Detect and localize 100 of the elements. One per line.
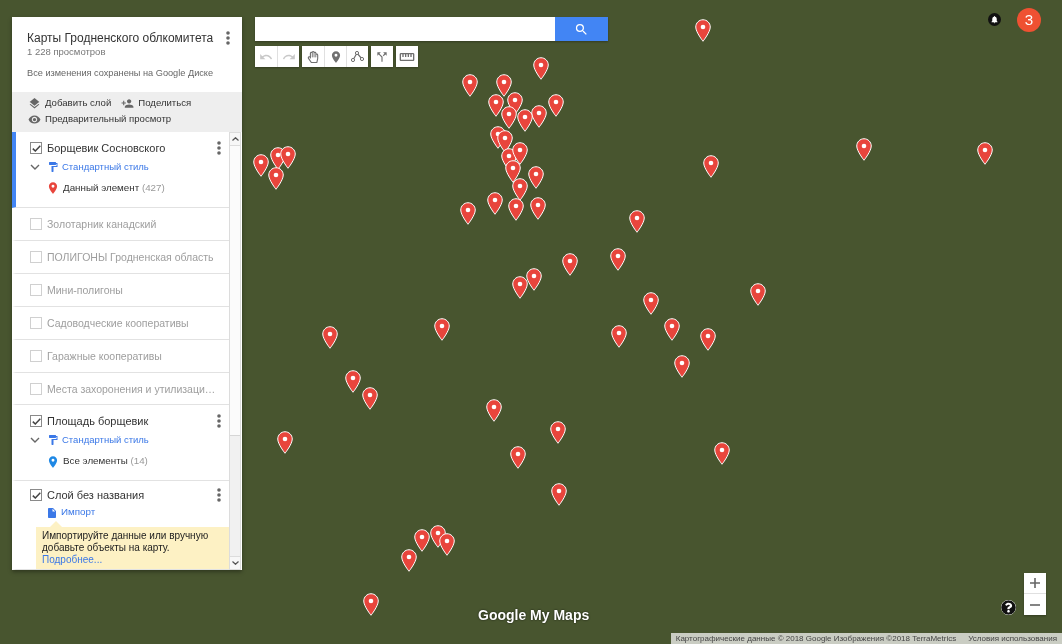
share-button[interactable]: Поделиться	[121, 96, 192, 111]
checkbox[interactable]	[30, 382, 42, 395]
map-pin-icon[interactable]	[674, 355, 690, 378]
map-pin-icon[interactable]	[501, 106, 517, 129]
map-pin-icon[interactable]	[664, 318, 680, 341]
terms-link[interactable]: Условия использования	[968, 633, 1057, 644]
map-pin-icon[interactable]	[629, 210, 645, 233]
map-pin-icon[interactable]	[703, 155, 719, 178]
map-pin-icon[interactable]	[512, 276, 528, 299]
map-pin-icon[interactable]	[611, 325, 627, 348]
map-pin-icon[interactable]	[550, 421, 566, 444]
map-pin-icon[interactable]	[531, 105, 547, 128]
chevron-down-icon[interactable]	[30, 437, 40, 444]
checkbox[interactable]	[30, 415, 42, 428]
add-layer-button[interactable]: Добавить слой	[28, 96, 112, 111]
view-count: 1 228 просмотров	[27, 46, 106, 58]
map-pin-icon[interactable]	[562, 253, 578, 276]
search-field[interactable]	[255, 17, 555, 41]
map-pin-icon[interactable]	[362, 387, 378, 410]
map-pin-icon[interactable]	[363, 593, 379, 616]
layer-item[interactable]: Слой без названия Импорт Импортируйте данные или вручную добавьте объекты на карту. Подробнее...	[12, 481, 229, 571]
map-data-credit: Картографические данные © 2018 Google Изображения ©2018 TerraMetrics	[675, 633, 957, 644]
map-pin-icon[interactable]	[714, 442, 730, 465]
layer-name: Площадь борщевик	[47, 414, 149, 430]
check-icon	[31, 418, 41, 425]
scroll-down-button[interactable]	[230, 556, 240, 569]
map-pin-icon[interactable]	[487, 192, 503, 215]
map-pin-icon[interactable]	[401, 549, 417, 572]
map-pin-icon[interactable]	[253, 154, 269, 177]
more-icon[interactable]	[217, 141, 221, 155]
map-pin-icon[interactable]	[439, 533, 455, 556]
checkbox[interactable]	[30, 142, 42, 154]
elements-link[interactable]: Данный элемент (427)	[46, 181, 165, 196]
scroll-up-button[interactable]	[230, 133, 240, 146]
layer-name: Слой без названия	[47, 488, 145, 504]
chevron-down-icon[interactable]	[30, 164, 40, 170]
map-pin-icon[interactable]	[322, 326, 338, 349]
google-my-maps-logo: Google My Maps	[478, 607, 590, 624]
hand-tool-button[interactable]	[302, 46, 324, 67]
map-pin-icon[interactable]	[268, 167, 284, 190]
layers-icon	[28, 97, 41, 110]
add-person-icon	[121, 97, 135, 110]
directions-button[interactable]	[371, 46, 393, 67]
checkbox[interactable]	[30, 316, 42, 329]
map-pin-icon[interactable]	[512, 142, 528, 165]
checkbox[interactable]	[30, 250, 42, 263]
import-link[interactable]: Импорт	[46, 505, 96, 521]
search-icon	[574, 21, 589, 37]
learn-more-link[interactable]: Подробнее...	[42, 554, 103, 566]
scrollbar-thumb[interactable]	[230, 146, 240, 436]
map-pin-icon[interactable]	[533, 57, 549, 80]
map-pin-icon[interactable]	[695, 19, 711, 42]
add-marker-button[interactable]	[324, 46, 346, 67]
map-pin-icon[interactable]	[551, 483, 567, 506]
map-pin-icon[interactable]	[497, 130, 513, 153]
map-pin-icon[interactable]	[434, 318, 450, 341]
map-pin-icon[interactable]	[528, 166, 544, 189]
map-pin-icon[interactable]	[345, 370, 361, 393]
hand-icon	[307, 50, 319, 63]
map-pin-icon[interactable]	[462, 74, 478, 97]
map-pin-icon[interactable]	[750, 283, 766, 306]
map-pin-icon[interactable]	[280, 146, 296, 169]
style-link[interactable]: Стандартный стиль	[47, 433, 149, 448]
map-pin-icon[interactable]	[977, 142, 993, 165]
map-pin-icon[interactable]	[486, 399, 502, 422]
map-pin-icon[interactable]	[460, 202, 476, 225]
map-pin-icon[interactable]	[610, 248, 626, 271]
style-link[interactable]: Стандартный стиль	[47, 159, 149, 175]
map-pin-icon[interactable]	[530, 197, 546, 220]
map-pin-icon[interactable]	[526, 268, 542, 291]
map-pin-icon[interactable]	[488, 94, 504, 117]
map-pin-icon[interactable]	[496, 74, 512, 97]
checkbox[interactable]	[30, 217, 42, 230]
map-pin-icon[interactable]	[510, 446, 526, 469]
more-icon[interactable]	[217, 488, 221, 503]
preview-button[interactable]: Предварительный просмотр	[28, 112, 172, 127]
map-pin-icon[interactable]	[414, 529, 430, 552]
elements-link[interactable]: Все элементы (14)	[46, 454, 148, 470]
checkbox[interactable]	[30, 349, 42, 362]
paint-roller-icon	[47, 434, 59, 447]
layer-name: ПОЛИГОНЫ Гродненская область	[47, 249, 214, 265]
map-pin-icon[interactable]	[856, 138, 872, 161]
measure-button[interactable]	[396, 46, 418, 67]
draw-line-button[interactable]	[346, 46, 368, 67]
map-pin-icon[interactable]	[643, 292, 659, 315]
check-icon	[31, 491, 41, 499]
paint-roller-icon	[47, 161, 59, 173]
map-pin-icon[interactable]	[508, 198, 524, 221]
import-hint: Импортируйте данные или вручную добавьте объекты на карту. Подробнее...	[42, 530, 210, 567]
map-pin-icon[interactable]	[700, 328, 716, 351]
map-pin-icon[interactable]	[505, 160, 521, 183]
more-icon[interactable]	[226, 31, 230, 45]
checkbox[interactable]	[30, 283, 42, 296]
map-pin-icon[interactable]	[277, 431, 293, 454]
map-pin-icon[interactable]	[512, 178, 528, 201]
more-icon[interactable]	[217, 414, 221, 429]
map-pin-icon[interactable]	[517, 109, 533, 132]
map-pin-icon[interactable]	[548, 94, 564, 117]
polyline-icon	[351, 50, 364, 63]
checkbox[interactable]	[30, 489, 42, 502]
